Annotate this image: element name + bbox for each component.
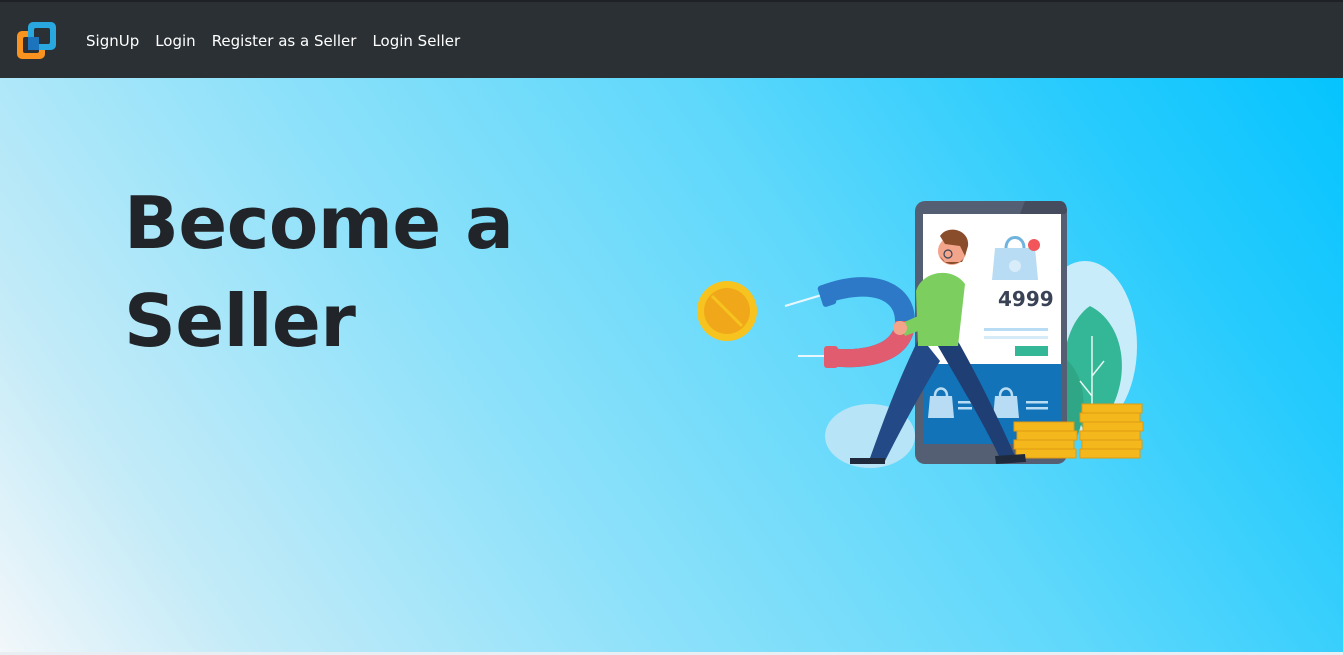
nav-login-link[interactable]: Login xyxy=(155,32,195,50)
nav-links: SignUp Login Register as a Seller Login … xyxy=(86,2,476,80)
nav-login-seller-link[interactable]: Login Seller xyxy=(372,32,460,50)
top-navbar: SignUp Login Register as a Seller Login … xyxy=(0,0,1343,78)
price-text: 4999 xyxy=(998,287,1054,311)
hero-title: Become a Seller xyxy=(124,181,514,363)
nav-register-seller-link[interactable]: Register as a Seller xyxy=(212,32,357,50)
seller-illustration: 4999 xyxy=(697,201,1144,468)
hero-banner: Become a Seller 4999 xyxy=(0,78,1343,655)
nav-signup-link[interactable]: SignUp xyxy=(86,32,139,50)
logo-icon[interactable] xyxy=(16,20,58,62)
